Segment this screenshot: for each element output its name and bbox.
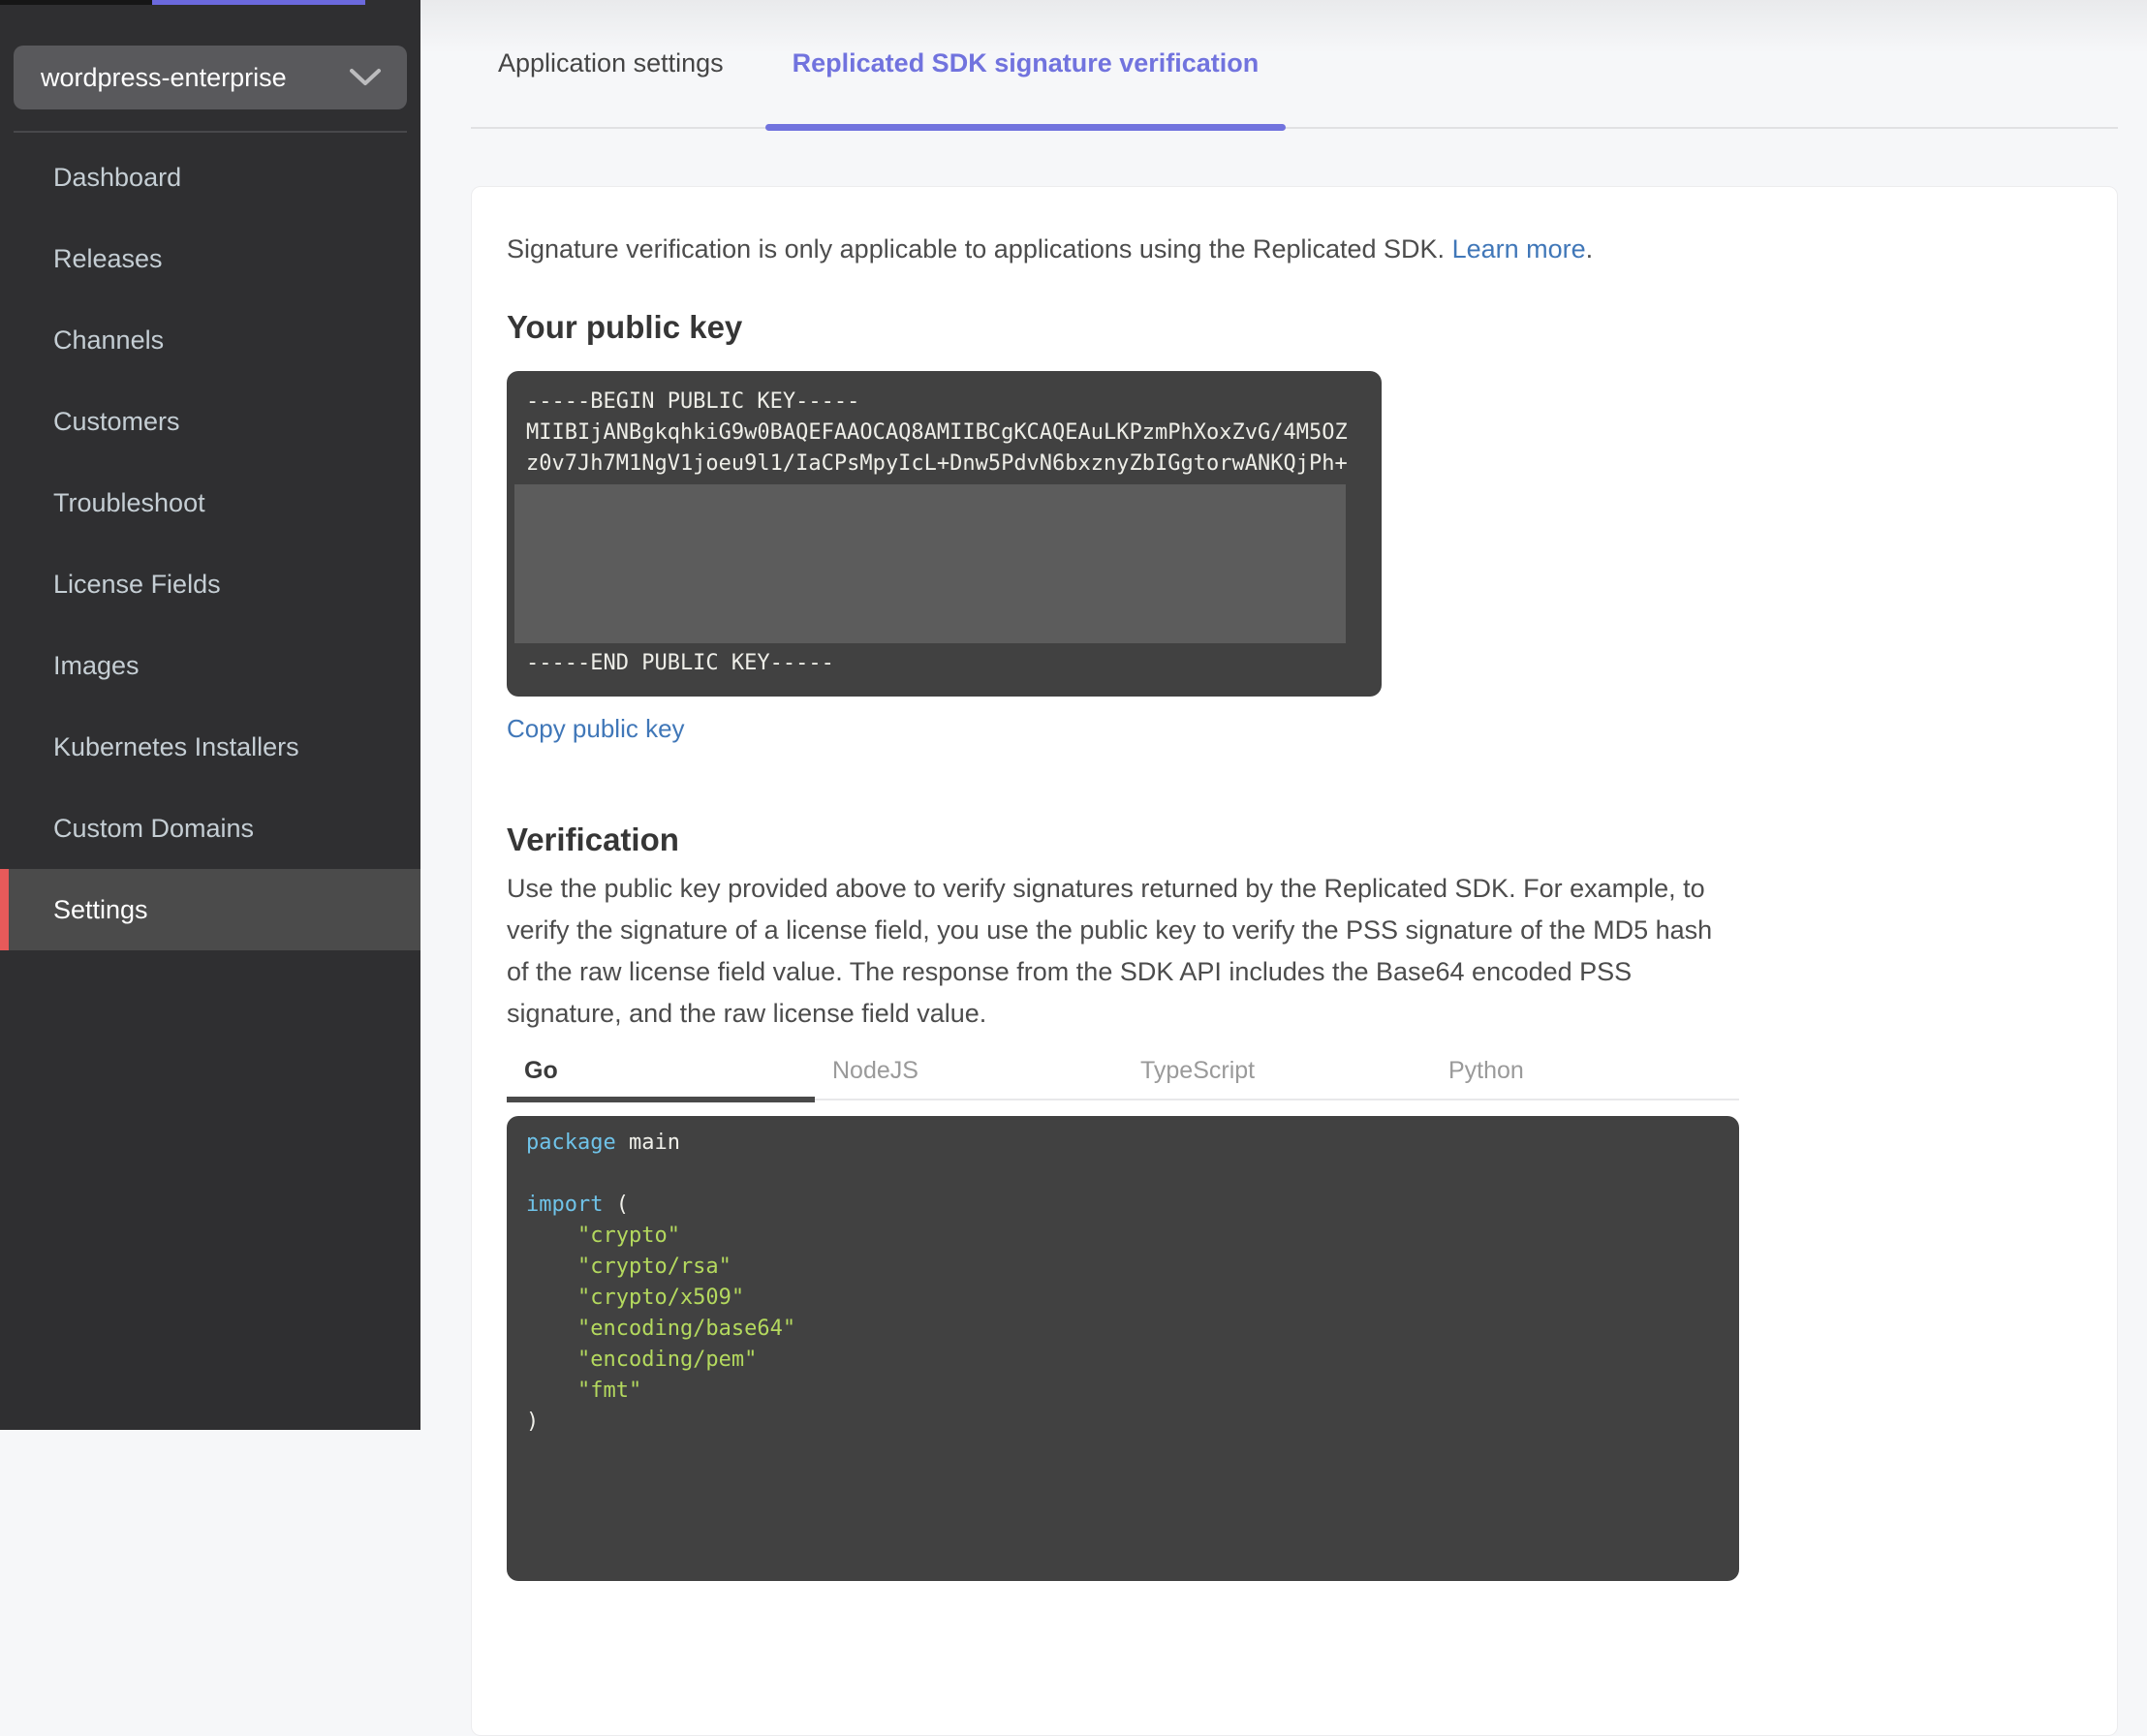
code-import-line: "fmt" <box>526 1379 642 1403</box>
learn-more-link[interactable]: Learn more <box>1452 234 1586 264</box>
code-keyword: package <box>526 1131 616 1155</box>
verification-heading: Verification <box>507 822 679 857</box>
code-text: ( <box>603 1193 629 1217</box>
language-tab-nodejs[interactable]: NodeJS <box>815 1042 1123 1099</box>
sidebar-divider <box>14 131 407 133</box>
code-line: import ( <box>526 1190 1739 1221</box>
redacted-key-overlay <box>514 484 1346 643</box>
sidebar-item-settings[interactable]: Settings <box>0 869 420 950</box>
top-strip-accent <box>152 0 365 5</box>
sidebar-nav: Dashboard Releases Channels Customers Tr… <box>0 137 420 950</box>
sidebar-item-dashboard[interactable]: Dashboard <box>0 137 420 218</box>
tab-replicated-sdk-signature-verification[interactable]: Replicated SDK signature verification <box>764 0 1287 131</box>
verification-description: Use the public key provided above to ver… <box>507 874 1713 1028</box>
settings-tabbar: Application settings Replicated SDK sign… <box>471 0 2118 131</box>
language-tabbar: Go NodeJS TypeScript Python <box>507 1042 1739 1102</box>
sidebar-item-license-fields[interactable]: License Fields <box>0 543 420 625</box>
sidebar-item-channels[interactable]: Channels <box>0 299 420 381</box>
code-keyword: import <box>526 1193 604 1217</box>
code-text: main <box>615 1131 680 1155</box>
language-tab-go[interactable]: Go <box>507 1042 815 1102</box>
sidebar-item-troubleshoot[interactable]: Troubleshoot <box>0 462 420 543</box>
copy-public-key-link[interactable]: Copy public key <box>507 714 685 744</box>
chevron-down-icon <box>350 69 381 85</box>
key-line: z0v7Jh7M1NgV1joeu9l1/IaCPsMpyIcL+Dnw5Pdv… <box>526 451 1348 476</box>
public-key-heading: Your public key <box>507 309 743 345</box>
language-tab-python[interactable]: Python <box>1431 1042 1739 1099</box>
key-begin-line: -----BEGIN PUBLIC KEY----- <box>526 389 860 414</box>
code-import-line: "crypto" <box>526 1224 680 1248</box>
top-strip-dark <box>0 0 152 5</box>
key-end-line: -----END PUBLIC KEY----- <box>526 651 834 675</box>
code-line: ) <box>526 1410 540 1434</box>
code-import-line: "crypto/rsa" <box>526 1255 731 1279</box>
key-line: MIIBIjANBgkqhkiG9w0BAQEFAAOCAQ8AMIIBCgKC… <box>526 420 1348 445</box>
code-import-line: "encoding/pem" <box>526 1348 758 1372</box>
code-import-line: "encoding/base64" <box>526 1317 796 1341</box>
code-line: package main <box>526 1128 1739 1159</box>
language-tab-typescript[interactable]: TypeScript <box>1123 1042 1431 1099</box>
public-key-block: -----BEGIN PUBLIC KEY----- MIIBIjANBgkqh… <box>507 371 1382 697</box>
intro-paragraph: Signature verification is only applicabl… <box>507 232 1741 266</box>
content-card: Signature verification is only applicabl… <box>471 186 2118 1736</box>
sidebar-item-custom-domains[interactable]: Custom Domains <box>0 788 420 869</box>
sidebar-item-kubernetes-installers[interactable]: Kubernetes Installers <box>0 706 420 788</box>
go-code-block: package main import ( "crypto" "crypto/r… <box>507 1116 1739 1581</box>
app-selector-dropdown[interactable]: wordpress-enterprise <box>14 46 407 109</box>
app-selector-value: wordpress-enterprise <box>41 62 287 92</box>
code-import-line: "crypto/x509" <box>526 1286 745 1310</box>
sidebar-item-customers[interactable]: Customers <box>0 381 420 462</box>
main-area: Application settings Replicated SDK sign… <box>420 0 2147 1736</box>
tab-application-settings[interactable]: Application settings <box>471 0 751 127</box>
sidebar-item-releases[interactable]: Releases <box>0 218 420 299</box>
sidebar: wordpress-enterprise Dashboard Releases … <box>0 0 420 1430</box>
sidebar-item-images[interactable]: Images <box>0 625 420 706</box>
intro-suffix: . <box>1585 234 1594 264</box>
intro-text: Signature verification is only applicabl… <box>507 234 1446 264</box>
